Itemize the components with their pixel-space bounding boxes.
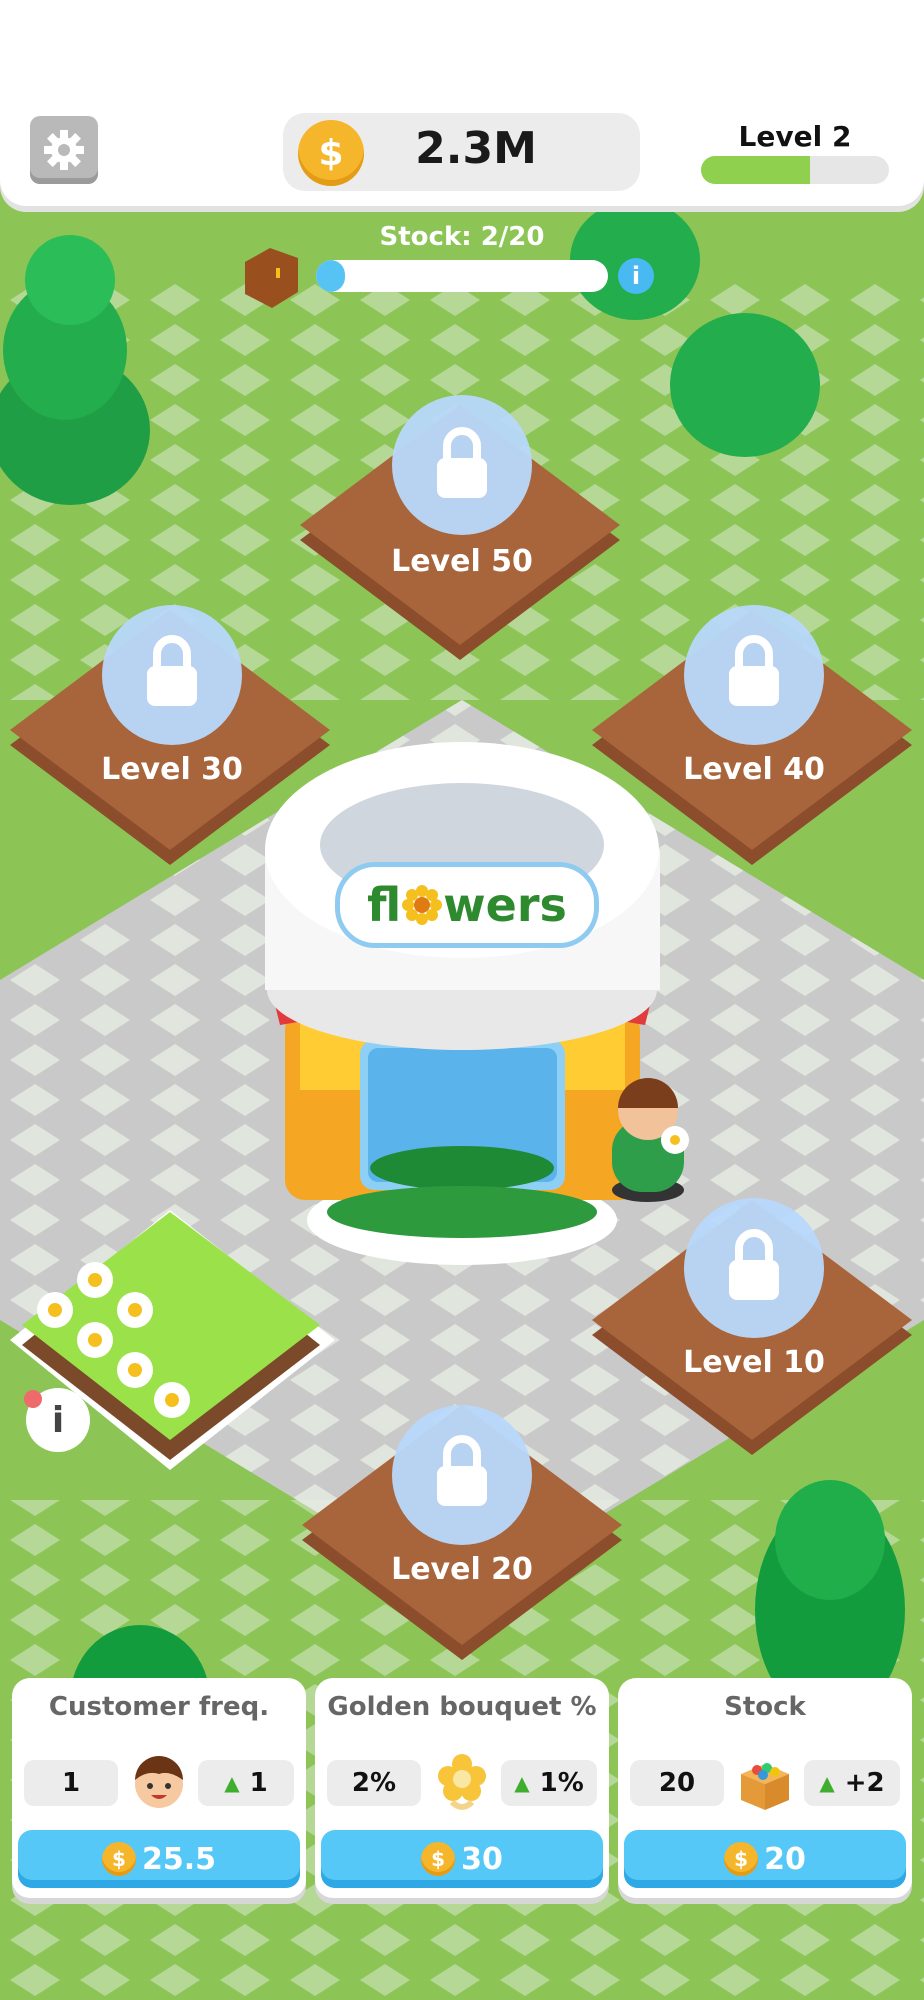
gear-icon [44, 130, 84, 170]
card-title: Golden bouquet % [327, 1692, 597, 1722]
flower-shop[interactable] [265, 742, 660, 1265]
level-progress-fill [701, 156, 811, 184]
settings-button[interactable] [30, 116, 98, 184]
upgrade-card-golden-bouquet: Golden bouquet % 2% ▲ 1% $ 30 [315, 1678, 609, 1898]
buy-upgrade-button[interactable]: $ 20 [624, 1830, 906, 1888]
dollar-coin-icon [298, 120, 364, 186]
plot-label-level-20: Level 20 [391, 1552, 533, 1587]
up-arrow-icon: ▲ [514, 1771, 530, 1795]
golden-flower-icon [438, 1754, 486, 1810]
price-text: 30 [461, 1841, 503, 1877]
stock-progress-fill [316, 260, 346, 292]
current-value: 20 [630, 1760, 724, 1806]
current-value: 2% [327, 1760, 421, 1806]
shop-sign-text-end: wers [443, 878, 567, 932]
buy-upgrade-button[interactable]: $ 30 [321, 1830, 603, 1888]
card-title: Customer freq. [48, 1692, 270, 1722]
plot-label-level-40: Level 40 [683, 752, 825, 787]
upgrade-card-stock: Stock 20 ▲ +2 $ 20 [618, 1678, 912, 1898]
plot-label-level-30: Level 30 [101, 752, 243, 787]
player-level-label: Level 2 [738, 120, 852, 153]
price-text: 25.5 [141, 1841, 217, 1877]
up-arrow-icon: ▲ [819, 1771, 835, 1795]
notification-dot [24, 1390, 42, 1408]
level-progress-bar [701, 156, 889, 184]
box-icon [741, 1763, 789, 1810]
increment-text: +2 [844, 1768, 885, 1798]
stock-label: Stock: 2/20 [379, 222, 545, 252]
price-text: 20 [764, 1841, 806, 1877]
dollar-coin-icon: $ [421, 1842, 456, 1876]
increment-value: ▲ 1 [198, 1760, 294, 1806]
customer-face-icon [135, 1756, 183, 1808]
upgrade-card-customer-freq: Customer freq. 1 ▲ 1 $ 25.5 [12, 1678, 306, 1898]
increment-value: ▲ +2 [804, 1760, 900, 1806]
plot-label-level-10: Level 10 [683, 1345, 825, 1380]
increment-text: 1 [249, 1768, 268, 1798]
shop-sign: fl wers [335, 862, 599, 948]
card-title: Stock [724, 1692, 806, 1722]
shop-sign-text-start: fl [367, 878, 402, 932]
tree [670, 313, 820, 457]
up-arrow-icon: ▲ [224, 1771, 240, 1795]
stock-progress-bar [316, 260, 608, 292]
increment-text: 1% [539, 1768, 584, 1798]
current-value: 1 [24, 1760, 118, 1806]
increment-value: ▲ 1% [501, 1760, 597, 1806]
money-amount: 2.3M [415, 123, 537, 174]
plot-label-level-50: Level 50 [391, 544, 533, 579]
buy-upgrade-button[interactable]: $ 25.5 [18, 1830, 300, 1888]
dollar-coin-icon: $ [724, 1842, 759, 1876]
stock-info-button[interactable]: i [618, 258, 654, 294]
dollar-coin-icon: $ [101, 1842, 136, 1876]
sunflower-icon [402, 885, 443, 925]
